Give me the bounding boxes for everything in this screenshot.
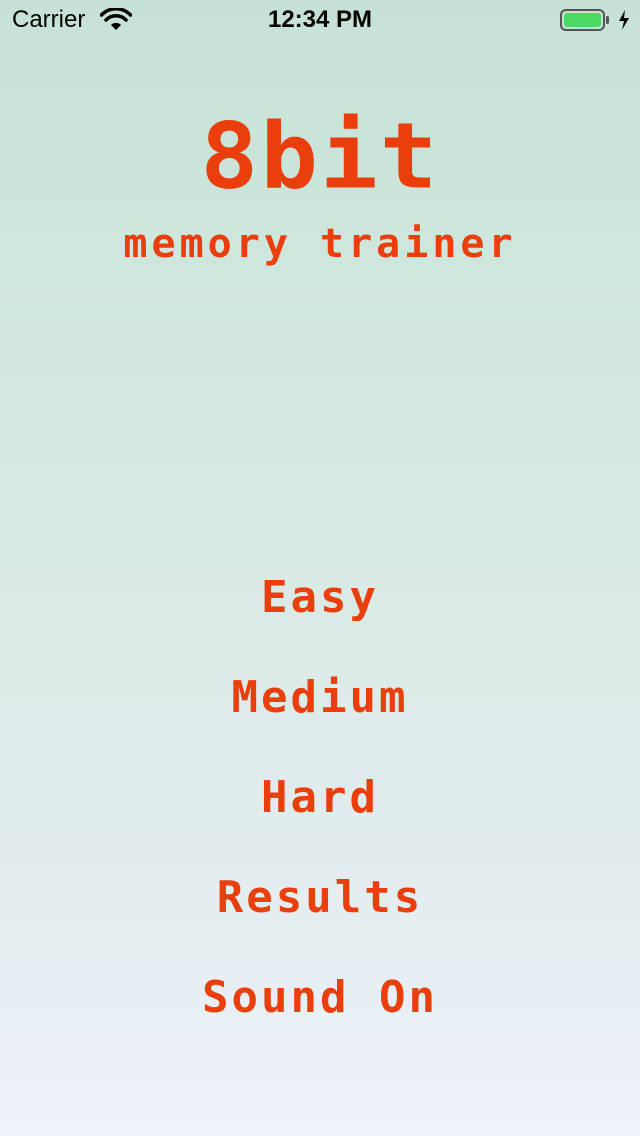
hard-button[interactable]: Hard	[0, 772, 640, 824]
app-title: 8bit	[200, 102, 440, 210]
results-button[interactable]: Results	[0, 872, 640, 924]
app-subtitle: memory trainer	[123, 221, 517, 267]
status-bar: Carrier 12:34 PM	[0, 0, 640, 40]
status-time: 12:34 PM	[267, 6, 373, 33]
easy-button[interactable]: Easy	[0, 572, 640, 624]
medium-button[interactable]: Medium	[0, 672, 640, 724]
sound-toggle-button[interactable]: Sound On	[0, 972, 640, 1024]
charging-bolt-icon	[619, 10, 629, 30]
battery-icon	[560, 9, 609, 31]
